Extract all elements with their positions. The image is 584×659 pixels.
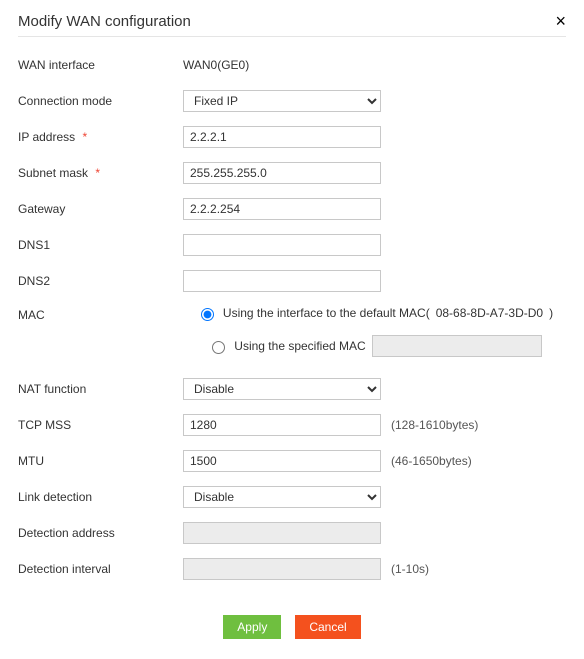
dialog-title: Modify WAN configuration [18, 13, 191, 30]
dns2-input[interactable] [183, 270, 381, 292]
required-marker: * [95, 166, 100, 180]
mac-specified-label: Using the specified MAC [234, 339, 365, 353]
mac-default-radio[interactable] [201, 308, 214, 321]
label-wan-interface: WAN interface [18, 58, 183, 72]
mac-default-value: 08-68-8D-A7-3D-D0 [436, 306, 543, 320]
row-dns1: DNS1 [18, 233, 566, 257]
connection-mode-select[interactable]: Fixed IP [183, 90, 381, 112]
apply-button[interactable]: Apply [223, 615, 281, 639]
link-detection-select[interactable]: Disable [183, 486, 381, 508]
row-detection-interval: Detection interval (1-10s) [18, 557, 566, 581]
detection-address-input [183, 522, 381, 544]
detection-interval-input [183, 558, 381, 580]
label-nat-function: NAT function [18, 382, 183, 396]
row-gateway: Gateway [18, 197, 566, 221]
mac-specified-radio[interactable] [212, 341, 225, 354]
ip-address-input[interactable] [183, 126, 381, 148]
label-tcp-mss: TCP MSS [18, 418, 183, 432]
row-mac: MAC Using the interface to the default M… [18, 305, 566, 365]
mac-default-suffix: ) [549, 306, 553, 320]
row-mtu: MTU (46-1650bytes) [18, 449, 566, 473]
subnet-mask-input[interactable] [183, 162, 381, 184]
value-wan-interface: WAN0(GE0) [183, 58, 249, 72]
label-mac: MAC [18, 305, 183, 322]
row-tcp-mss: TCP MSS (128-1610bytes) [18, 413, 566, 437]
modify-wan-dialog: Modify WAN configuration × WAN interface… [0, 0, 584, 659]
dialog-actions: Apply Cancel [18, 615, 566, 639]
row-wan-interface: WAN interface WAN0(GE0) [18, 53, 566, 77]
label-subnet-mask-text: Subnet mask [18, 166, 88, 180]
tcp-mss-input[interactable] [183, 414, 381, 436]
label-dns2: DNS2 [18, 274, 183, 288]
mac-specified-option[interactable]: Using the specified MAC [207, 335, 541, 357]
row-connection-mode: Connection mode Fixed IP [18, 89, 566, 113]
mtu-input[interactable] [183, 450, 381, 472]
label-detection-address: Detection address [18, 526, 183, 540]
tcp-mss-hint: (128-1610bytes) [391, 418, 478, 432]
label-gateway: Gateway [18, 202, 183, 216]
cancel-button[interactable]: Cancel [295, 615, 360, 639]
dns1-input[interactable] [183, 234, 381, 256]
dialog-header: Modify WAN configuration × [18, 12, 566, 37]
label-link-detection: Link detection [18, 490, 183, 504]
label-dns1: DNS1 [18, 238, 183, 252]
mac-default-prefix: Using the interface to the default MAC( [223, 306, 430, 320]
label-mtu: MTU [18, 454, 183, 468]
label-connection-mode: Connection mode [18, 94, 183, 108]
mtu-hint: (46-1650bytes) [391, 454, 472, 468]
row-detection-address: Detection address [18, 521, 566, 545]
label-subnet-mask: Subnet mask * [18, 166, 183, 180]
row-dns2: DNS2 [18, 269, 566, 293]
row-nat-function: NAT function Disable [18, 377, 566, 401]
label-ip-address: IP address * [18, 130, 183, 144]
row-subnet-mask: Subnet mask * [18, 161, 566, 185]
label-ip-address-text: IP address [18, 130, 75, 144]
row-link-detection: Link detection Disable [18, 485, 566, 509]
close-icon[interactable]: × [555, 12, 566, 30]
nat-function-select[interactable]: Disable [183, 378, 381, 400]
required-marker: * [83, 130, 88, 144]
row-ip-address: IP address * [18, 125, 566, 149]
mac-default-option[interactable]: Using the interface to the default MAC( … [196, 305, 553, 321]
label-detection-interval: Detection interval [18, 562, 183, 576]
gateway-input[interactable] [183, 198, 381, 220]
detection-interval-hint: (1-10s) [391, 562, 429, 576]
mac-specified-input [372, 335, 542, 357]
